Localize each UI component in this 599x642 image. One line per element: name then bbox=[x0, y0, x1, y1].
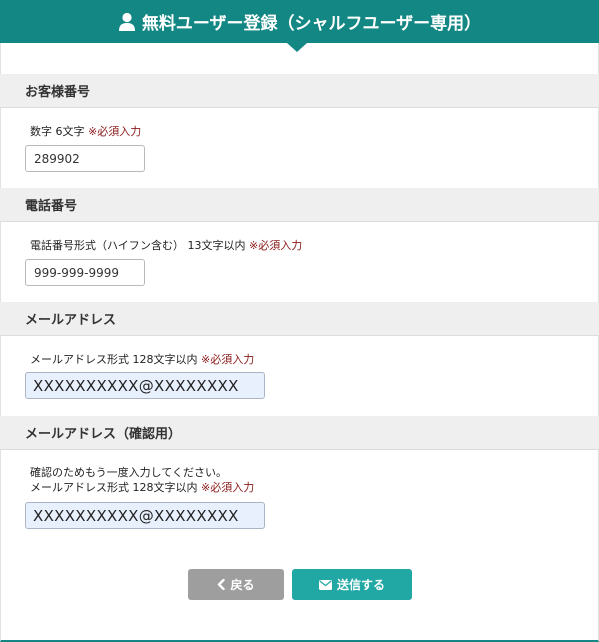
customer-number-hint: 数字 6文字 ※必須入力 bbox=[30, 125, 142, 138]
section-email: メールアドレス bbox=[0, 302, 599, 336]
required-mark: ※必須入力 bbox=[249, 239, 303, 252]
section-customer-number: お客様番号 bbox=[0, 74, 599, 108]
send-button[interactable]: 送信する bbox=[292, 569, 412, 600]
header-pointer bbox=[287, 43, 307, 52]
back-button[interactable]: 戻る bbox=[188, 569, 284, 600]
email-hint: メールアドレス形式 128文字以内 ※必須入力 bbox=[30, 353, 255, 366]
send-button-label: 送信する bbox=[336, 578, 385, 592]
section-email-confirm: メールアドレス（確認用） bbox=[0, 416, 599, 450]
section-phone: 電話番号 bbox=[0, 188, 599, 222]
section-label: 電話番号 bbox=[25, 199, 78, 214]
email-confirm-input[interactable] bbox=[25, 502, 265, 529]
email-input[interactable] bbox=[25, 372, 265, 399]
required-mark: ※必須入力 bbox=[201, 353, 255, 366]
email-confirm-note: 確認のためもう一度入力してください。 bbox=[30, 466, 228, 479]
section-label: メールアドレス bbox=[25, 313, 117, 328]
section-label: メールアドレス（確認用） bbox=[25, 427, 182, 442]
page-header: 無料ユーザー登録（シャルフユーザー専用） bbox=[0, 0, 599, 43]
email-confirm-hint: 確認のためもう一度入力してください。 メールアドレス形式 128文字以内 ※必須… bbox=[30, 466, 255, 494]
envelope-icon bbox=[318, 579, 332, 590]
section-label: お客様番号 bbox=[25, 85, 91, 100]
customer-number-input[interactable] bbox=[25, 145, 145, 172]
back-button-label: 戻る bbox=[230, 578, 255, 592]
user-icon bbox=[118, 12, 135, 31]
page-title: 無料ユーザー登録（シャルフユーザー専用） bbox=[141, 14, 482, 34]
required-mark: ※必須入力 bbox=[201, 481, 255, 494]
phone-hint: 電話番号形式（ハイフン含む） 13文字以内 ※必須入力 bbox=[30, 239, 303, 252]
chevron-left-icon bbox=[218, 579, 226, 590]
phone-input[interactable] bbox=[25, 259, 145, 286]
required-mark: ※必須入力 bbox=[88, 125, 142, 138]
